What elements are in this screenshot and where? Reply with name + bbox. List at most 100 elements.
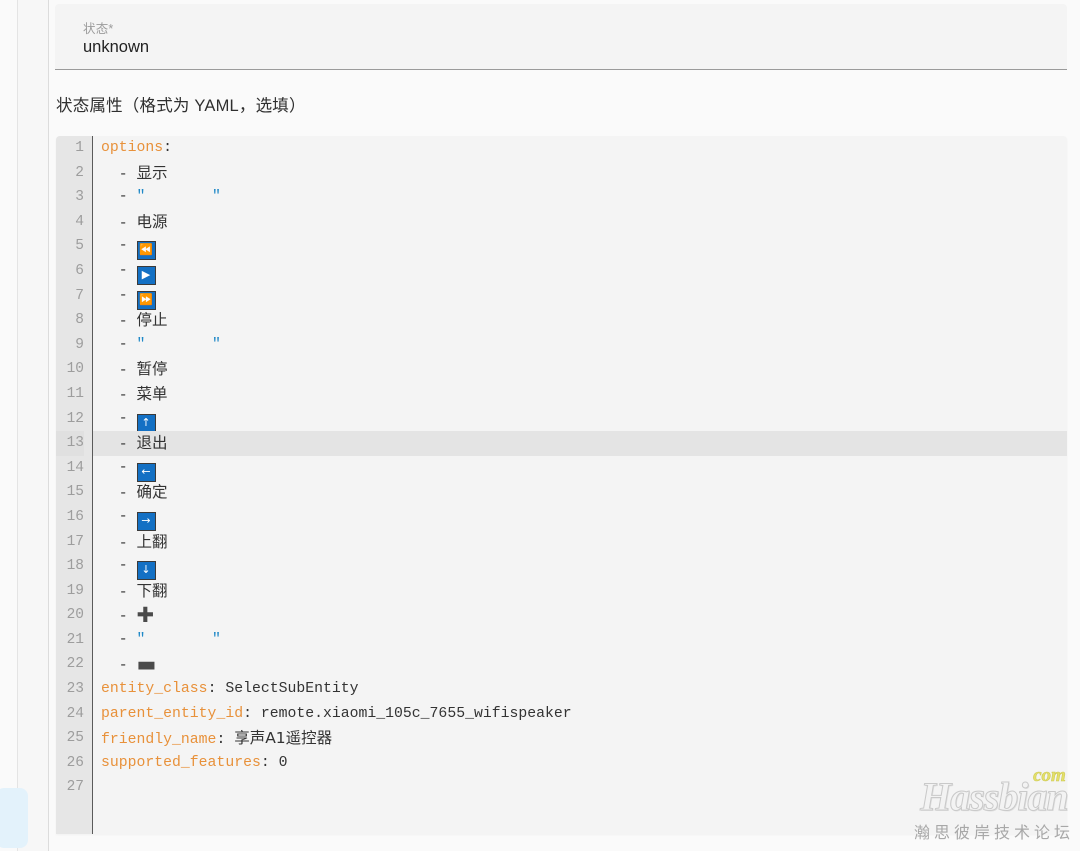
editor-line[interactable]: 19 - 下翻 — [67, 579, 1067, 606]
yaml-list-item-text: 显示 — [136, 163, 168, 182]
editor-line[interactable]: 21 - " " — [67, 628, 1067, 653]
editor-code-area[interactable]: 1 options: 2 - 显示 3 - " " 4 - 电源 5 - ⏪ 6 - ▶ 7 … — [56, 136, 1067, 834]
state-field-value[interactable]: unknown — [83, 38, 149, 57]
line-number: 22 — [66, 656, 84, 673]
editor-line[interactable]: 5 - ⏪ — [75, 234, 1067, 261]
line-number: 10 — [66, 361, 84, 378]
line-content: - " " — [93, 333, 1067, 358]
yaml-dash: - — [101, 508, 137, 525]
line-content: parent_entity_id: remote.xiaomi_105c_765… — [93, 702, 1067, 727]
yaml-list-item-text: 确定 — [136, 483, 168, 502]
editor-line[interactable]: 25 friendly_name: 享声A1遥控器 — [67, 726, 1067, 753]
editor-line[interactable]: 12 - ↑ — [67, 407, 1067, 433]
yaml-value: 0 — [278, 754, 288, 771]
yaml-dash: - — [101, 387, 137, 404]
entity-state-dialog: 状态* unknown 状态属性（格式为 YAML，选填） 1 options: 2… — [49, 0, 1080, 851]
line-number: 25 — [66, 730, 84, 747]
line-content: - 下翻 — [93, 579, 1067, 606]
state-field-label: 状态* — [83, 22, 114, 36]
arrow-down-emoji: ↓ — [136, 561, 156, 581]
yaml-editor[interactable]: 1 options: 2 - 显示 3 - " " 4 - 电源 5 - ⏪ 6 - ▶ 7 … — [56, 136, 1067, 834]
editor-line[interactable]: 22 - ▬ — [67, 652, 1067, 679]
line-number: 12 — [66, 410, 84, 427]
yaml-dash: - — [101, 336, 137, 353]
editor-line[interactable]: 8 - 停止 — [75, 308, 1067, 333]
editor-line[interactable]: 13 - 退出 — [56, 431, 1067, 458]
rewind-emoji: ⏪ — [136, 241, 156, 261]
line-content: friendly_name: 享声A1遥控器 — [93, 726, 1067, 753]
arrow-up-emoji: ↑ — [136, 413, 156, 433]
line-content: entity_class: SelectSubEntity — [93, 677, 1067, 702]
line-number: 26 — [66, 754, 84, 771]
editor-line[interactable]: 27 — [67, 775, 1067, 800]
fast-forward-emoji: ⏩ — [136, 290, 156, 310]
editor-line[interactable]: 26 supported_features: 0 — [67, 751, 1067, 776]
line-number: 1 — [75, 140, 84, 156]
editor-line[interactable]: 23 entity_class: SelectSubEntity — [67, 677, 1067, 702]
line-content: - ⏪ — [93, 234, 1067, 261]
editor-line[interactable]: 17 - 上翻 — [67, 530, 1067, 557]
editor-line[interactable]: 1 options: — [75, 136, 1067, 161]
yaml-list-item-text: 菜单 — [136, 384, 168, 403]
editor-line[interactable]: 14 - ← — [67, 456, 1067, 482]
editor-line[interactable]: 11 - 菜单 — [67, 382, 1067, 409]
line-content: - 显示 — [93, 161, 1067, 188]
state-field[interactable]: 状态* unknown — [55, 4, 1067, 70]
yaml-dash: - — [101, 215, 137, 232]
editor-line[interactable]: 2 - 显示 — [75, 161, 1067, 188]
line-content: - 退出 — [93, 431, 1067, 458]
yaml-key: parent_entity_id — [101, 705, 244, 722]
editor-line[interactable]: 24 parent_entity_id: remote.xiaomi_105c_7… — [67, 702, 1067, 727]
attributes-section-title: 状态属性（格式为 YAML，选填） — [56, 97, 306, 115]
line-number: 27 — [66, 779, 84, 796]
line-number: 5 — [75, 238, 84, 255]
line-number: 19 — [66, 582, 84, 599]
line-content: - ⏩ — [93, 284, 1067, 310]
yaml-quoted-empty: " " — [136, 189, 231, 206]
yaml-list-item-text: 上翻 — [136, 532, 168, 551]
line-content: - 上翻 — [93, 530, 1067, 557]
yaml-dash: - — [101, 658, 137, 675]
yaml-dash: - — [101, 363, 137, 380]
heavy-plus-sign: ✚ — [136, 603, 155, 628]
line-number: 2 — [75, 164, 84, 181]
yaml-dash: - — [101, 410, 137, 427]
play-emoji: ▶ — [136, 265, 156, 285]
editor-line[interactable]: 4 - 电源 — [75, 210, 1067, 235]
line-content: supported_features: 0 — [93, 751, 1067, 776]
yaml-colon: : — [207, 681, 226, 698]
line-content: - ↑ — [93, 407, 1067, 433]
yaml-dash: - — [101, 238, 137, 255]
editor-line[interactable]: 20 - ✚ — [67, 603, 1067, 628]
line-content: - → — [93, 505, 1067, 531]
line-number: 11 — [66, 385, 84, 402]
line-content: - 菜单 — [93, 382, 1067, 409]
line-number: 15 — [66, 484, 84, 501]
yaml-dash: - — [101, 631, 137, 648]
editor-line[interactable]: 6 - ▶ — [75, 259, 1067, 285]
editor-line[interactable]: 10 - 暂停 — [67, 357, 1067, 384]
line-content: - ▬ — [93, 652, 1067, 679]
yaml-dash: - — [101, 609, 137, 626]
line-number: 17 — [66, 533, 84, 550]
editor-line[interactable]: 15 - 确定 — [67, 480, 1067, 505]
arrow-left-emoji: ← — [136, 462, 156, 482]
yaml-list-item-text: 暂停 — [136, 360, 168, 379]
line-content: - " " — [93, 628, 1067, 653]
yaml-colon: : — [260, 754, 279, 771]
line-content: - ↓ — [93, 554, 1067, 581]
editor-line[interactable]: 18 - ↓ — [67, 554, 1067, 581]
yaml-list-item-text: 停止 — [136, 311, 168, 330]
yaml-colon: : — [243, 705, 261, 722]
line-content: - 暂停 — [93, 357, 1067, 384]
dialog-root: 状态* unknown 状态属性（格式为 YAML，选填） 1 options: 2… — [0, 0, 1080, 851]
editor-line[interactable]: 3 - " " — [75, 185, 1067, 210]
editor-line[interactable]: 16 - → — [67, 505, 1067, 531]
line-number: 13 — [56, 431, 84, 456]
yaml-key: friendly_name — [101, 732, 217, 749]
editor-line[interactable]: 7 - ⏩ — [75, 284, 1067, 310]
editor-line[interactable]: 9 - " " — [75, 333, 1067, 358]
line-content: - " " — [93, 185, 1067, 210]
yaml-dash: - — [101, 287, 137, 304]
line-number: 24 — [66, 705, 84, 722]
